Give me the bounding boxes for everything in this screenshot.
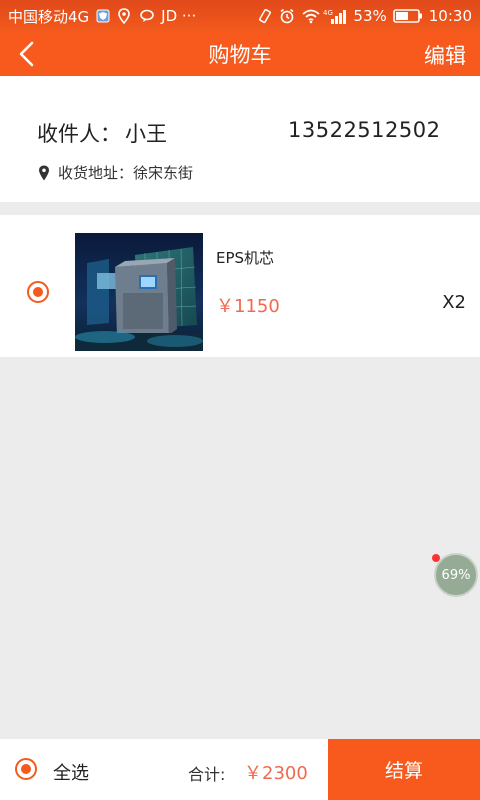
address-row: 收货地址：徐宋东街 [38,162,193,183]
edit-button[interactable]: 编辑 [424,40,466,70]
radio-dot [21,764,31,774]
jd-label: JD ··· [161,7,197,25]
select-all-radio[interactable] [15,758,37,780]
item-select-radio[interactable] [27,281,49,303]
network-type: 4G [323,9,333,17]
shield-icon [95,8,111,24]
recipient-label: 收件人： [37,122,121,146]
radio-dot [33,287,43,297]
location-icon [117,8,133,25]
recipient: 收件人： 小王 [37,118,167,148]
status-right: 4G 53% 10:30 [257,7,472,25]
select-all-label[interactable]: 全选 [53,759,89,785]
product-image[interactable] [75,233,203,351]
address-text: 收货地址：徐宋东街 [58,164,194,182]
checkout-button[interactable]: 结算 [328,739,480,800]
status-bar: 中国移动4G JD ··· 4G 53% 10:30 [0,0,480,32]
product-name: EPS机芯 [216,249,275,267]
page-title: 购物车 [208,43,272,67]
battery-icon [392,8,423,24]
recipient-phone: 13522512502 [288,118,441,142]
back-button[interactable] [10,38,42,70]
time-label: 10:30 [428,7,472,25]
signal-icon: 4G [323,8,347,24]
alarm-icon [279,8,295,24]
recipient-name: 小王 [125,122,167,146]
total-label: 合计: [188,765,226,784]
address-card[interactable]: 收件人： 小王 13522512502 收货地址：徐宋东街 [0,76,480,202]
product-quantity: X2 [442,292,466,313]
chat-icon [139,8,155,24]
carrier-label: 中国移动4G [8,7,90,26]
cart-item: EPS机芯 ￥1150 X2 [0,215,480,357]
wifi-icon [301,8,321,24]
status-left: 中国移动4G JD ··· [8,6,196,27]
notification-dot [432,554,440,562]
location-pin-icon [39,165,49,180]
product-thumbnail [75,233,203,351]
vibrate-icon [257,8,273,24]
chevron-left-icon [19,41,34,67]
floating-memory-badge[interactable]: 69% [434,553,478,597]
battery-label: 53% [353,7,387,25]
product-price: ￥1150 [216,296,280,317]
nav-bar: 购物车 编辑 [0,32,480,76]
checkout-bar: 全选 合计: ￥2300 结算 [0,739,480,800]
total-value: ￥2300 [244,763,308,784]
